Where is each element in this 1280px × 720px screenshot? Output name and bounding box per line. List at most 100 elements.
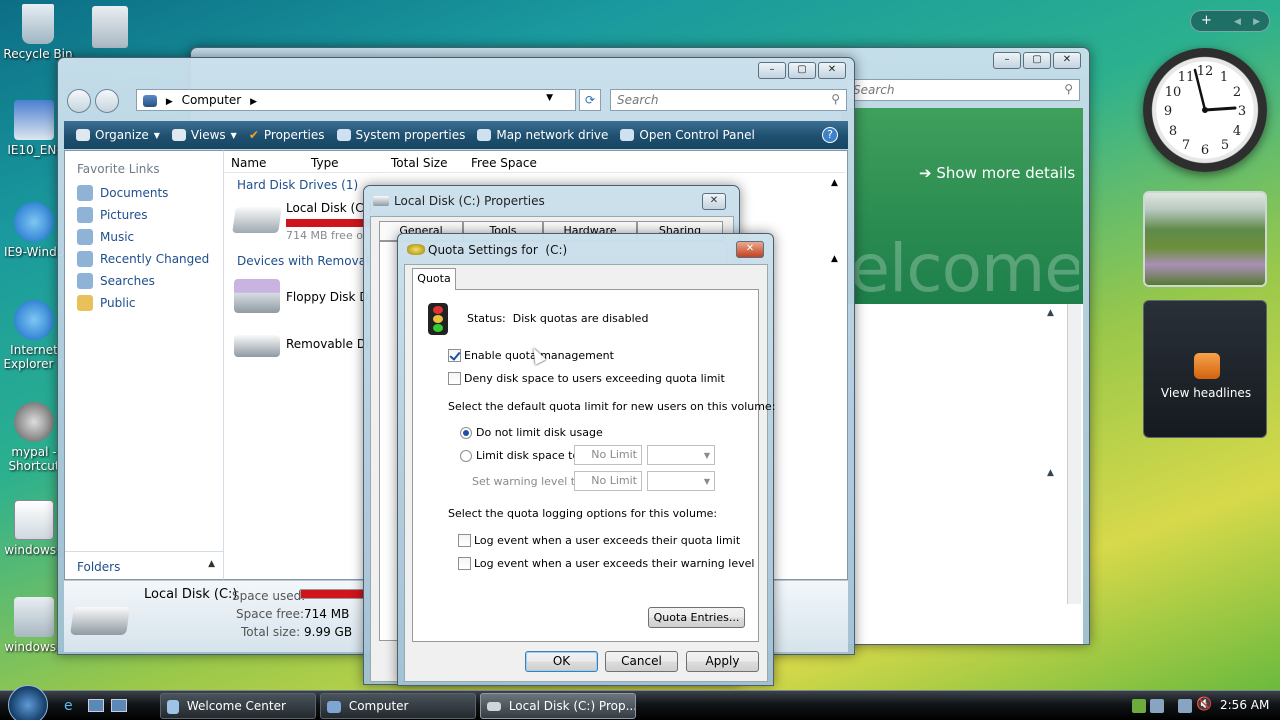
installer-icon [14, 100, 54, 140]
organize-button[interactable]: Organize ▼ [76, 128, 160, 142]
feed-headlines-gadget[interactable]: View headlines [1143, 300, 1267, 438]
start-button[interactable] [8, 685, 48, 720]
close-button[interactable]: ✕ [818, 62, 846, 79]
show-desktop-icon[interactable] [88, 699, 104, 712]
column-header-total-size[interactable]: Total Size [391, 156, 447, 170]
desktop-icon-installer[interactable] [92, 6, 128, 48]
welcome-search-input[interactable]: Search ⚲ [846, 79, 1080, 101]
nav-link-documents[interactable]: Documents [77, 185, 168, 201]
column-header-type[interactable]: Type [311, 156, 339, 170]
views-button[interactable]: Views ▼ [171, 128, 237, 142]
volume-muted-icon[interactable]: 🔇 [1196, 697, 1212, 712]
column-header-name[interactable]: Name [231, 156, 266, 170]
minimize-button[interactable]: – [758, 62, 786, 79]
clock-time[interactable]: 2:56 AM [1220, 698, 1269, 712]
nav-link-searches[interactable]: Searches [77, 273, 155, 289]
svg-text:12: 12 [1197, 64, 1214, 79]
close-button[interactable]: ✕ [702, 193, 726, 210]
quota-entries-button[interactable]: Quota Entries... [648, 607, 745, 628]
nav-link-public[interactable]: Public [77, 295, 136, 311]
log-limit-checkbox[interactable] [458, 533, 471, 547]
task-computer[interactable]: Computer [320, 693, 476, 719]
limit-unit-select[interactable]: ▼ [647, 445, 715, 465]
scrollbar[interactable] [1067, 304, 1081, 604]
searches-icon [77, 273, 93, 289]
organize-icon [76, 129, 90, 141]
forward-button[interactable] [95, 89, 119, 113]
explorer-search-input[interactable]: Search ⚲ [610, 89, 847, 111]
nav-link-pictures[interactable]: Pictures [77, 207, 148, 223]
system-properties-button[interactable]: System properties [336, 128, 466, 142]
group-header-hard-disk[interactable]: Hard Disk Drives (1) [237, 178, 358, 192]
back-button[interactable] [67, 89, 91, 113]
limit-input[interactable]: No Limit [574, 445, 642, 465]
properties-dialog-title: Local Disk (C:) Properties [394, 194, 545, 208]
collapse-arrow-icon[interactable]: ▲ [1047, 468, 1054, 478]
chevron-down-icon: ▼ [703, 477, 710, 486]
open-control-panel-button[interactable]: Open Control Panel [620, 128, 755, 142]
enable-quota-checkbox[interactable] [448, 348, 461, 362]
removable-drive-icon [234, 335, 280, 357]
no-limit-radio[interactable] [460, 425, 472, 439]
task-welcome-center[interactable]: Welcome Center [160, 693, 316, 719]
tray-icon[interactable] [1150, 699, 1164, 713]
address-bar[interactable]: ▶ Computer ▶ ▼ [136, 89, 576, 111]
ok-button[interactable]: OK [525, 651, 598, 672]
quota-settings-dialog[interactable]: Quota Settings for (C:) ✕ Quota Status: … [397, 233, 775, 686]
switch-windows-icon[interactable] [111, 699, 127, 712]
apply-button[interactable]: Apply [686, 651, 759, 672]
network-icon[interactable] [1178, 699, 1192, 713]
desktop-icon-recycle-bin[interactable]: Recycle Bin [0, 4, 76, 61]
desktop-icon-label: Internet Explorer T [3, 343, 65, 371]
search-icon: ⚲ [1064, 82, 1073, 96]
svg-text:1: 1 [1220, 70, 1228, 85]
collapse-arrow-icon[interactable]: ▲ [831, 178, 838, 188]
log-warning-checkbox[interactable] [458, 556, 471, 570]
space-free-label: Space free: [236, 607, 305, 621]
task-local-disk-properties[interactable]: Local Disk (C:) Prop... [480, 693, 636, 719]
traffic-light-icon [428, 303, 448, 335]
internet-explorer-icon[interactable]: e [64, 698, 73, 714]
warning-input[interactable]: No Limit [574, 471, 642, 491]
next-icon[interactable]: ▶ [1253, 17, 1260, 27]
computer-icon [143, 94, 157, 107]
nav-link-music[interactable]: Music [77, 229, 134, 245]
drive-item-floppy[interactable]: Floppy Disk Dri [231, 277, 377, 317]
help-icon[interactable]: ? [822, 127, 838, 143]
cancel-button[interactable]: Cancel [605, 651, 678, 672]
quota-icon [407, 244, 425, 255]
nav-link-recently-changed[interactable]: Recently Changed [77, 251, 209, 267]
refresh-button[interactable]: ⟳ [579, 89, 601, 111]
deny-space-checkbox[interactable] [448, 371, 461, 385]
drive-item-local-disk[interactable]: Local Disk (C:) 714 MB free of [231, 197, 372, 243]
minimize-button[interactable]: – [993, 52, 1021, 69]
properties-button[interactable]: ✔ Properties [249, 128, 325, 142]
maximize-button[interactable]: ▢ [1023, 52, 1051, 69]
slideshow-gadget[interactable] [1143, 191, 1267, 287]
tray-icon[interactable] [1132, 699, 1146, 713]
limit-radio[interactable] [460, 448, 472, 462]
chevron-down-icon: ▼ [230, 130, 237, 140]
show-more-details-link[interactable]: ➔ Show more details [919, 164, 1075, 182]
close-button[interactable]: ✕ [736, 241, 764, 258]
system-properties-label: System properties [355, 128, 466, 142]
chevron-down-icon[interactable]: ▼ [546, 93, 553, 103]
folders-toggle[interactable]: Folders ▲ [65, 551, 223, 579]
warning-unit-select[interactable]: ▼ [647, 471, 715, 491]
drive-free-text: 714 MB free of [286, 229, 367, 242]
chevron-down-icon: ▼ [153, 130, 160, 140]
computer-icon [327, 700, 341, 713]
clock-gadget[interactable]: 12 1 2 3 4567 8 9 10 11 [1143, 48, 1267, 172]
close-button[interactable]: ✕ [1053, 52, 1081, 69]
previous-icon[interactable]: ◀ [1234, 17, 1241, 27]
collapse-arrow-icon[interactable]: ▲ [1047, 308, 1054, 318]
drive-item-removable[interactable]: Removable Dis [231, 327, 376, 367]
maximize-button[interactable]: ▢ [788, 62, 816, 79]
collapse-arrow-icon[interactable]: ▲ [831, 254, 838, 264]
map-network-drive-button[interactable]: Map network drive [477, 128, 608, 142]
command-bar: Organize ▼ Views ▼ ✔ Properties System prop… [64, 121, 848, 149]
tab-quota[interactable]: Quota [412, 268, 456, 290]
add-gadget-icon[interactable]: + [1201, 13, 1212, 28]
column-header-free-space[interactable]: Free Space [471, 156, 537, 170]
folders-label: Folders [77, 560, 121, 574]
